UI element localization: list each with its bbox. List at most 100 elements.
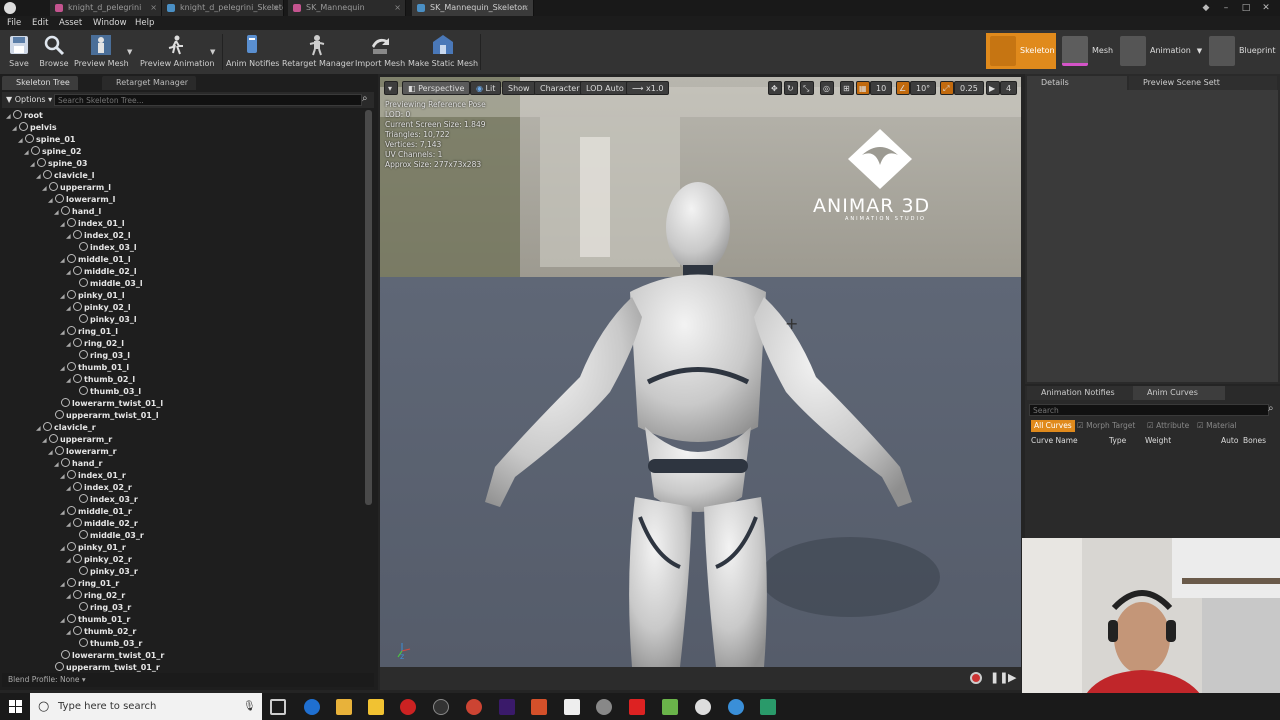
chevron-down-icon[interactable]: ▼ — [127, 48, 132, 56]
options-dropdown[interactable]: ▼ Options ▾ — [6, 92, 52, 108]
translate-icon[interactable]: ✥ — [768, 81, 782, 95]
playback-speed-button[interactable]: ⟶ x1.0 — [626, 81, 670, 95]
lit-button[interactable]: ◉ Lit — [470, 81, 502, 95]
bone-item[interactable]: ◢ root — [6, 110, 43, 122]
bone-item[interactable]: ◢ middle_01_l — [60, 254, 131, 266]
tab-sk-mannequin-skeleton[interactable]: SK_Mannequin_Skeleton × — [412, 0, 534, 16]
bone-item[interactable]: ◢ pelvis — [12, 122, 57, 134]
maximize-button[interactable]: □ — [1238, 0, 1254, 16]
android-icon[interactable] — [662, 699, 678, 715]
taskbar-search-box[interactable]: ○ Type here to search 🎙︎ — [30, 693, 262, 720]
bone-item[interactable]: ◢ ring_02_r — [66, 590, 125, 602]
app-orange-icon[interactable] — [466, 699, 482, 715]
record-button[interactable] — [970, 672, 982, 684]
mode-blueprint[interactable]: Blueprint — [1205, 33, 1280, 69]
bone-item[interactable]: ◢ index_02_l — [66, 230, 131, 242]
save-button[interactable]: Save — [4, 32, 34, 72]
tree-scrollbar[interactable] — [365, 110, 372, 505]
tab-animation-notifies[interactable]: Animation Notifies — [1027, 386, 1133, 400]
bone-item[interactable]: middle_03_r — [72, 530, 144, 542]
bone-item[interactable]: ◢ lowerarm_r — [48, 446, 117, 458]
character-button[interactable]: Character — [534, 81, 586, 95]
column-type[interactable]: Type — [1109, 436, 1126, 445]
app-s-icon[interactable] — [531, 699, 547, 715]
bone-item[interactable]: ◢ pinky_02_r — [66, 554, 132, 566]
make-static-mesh-button[interactable]: Make Static Mesh — [408, 32, 478, 72]
skeleton-search-input[interactable] — [54, 94, 362, 106]
column-curve-name[interactable]: Curve Name — [1031, 436, 1078, 445]
scale-icon[interactable]: ⤡ — [800, 81, 814, 95]
pause-button[interactable]: ❚❚ — [990, 671, 1008, 684]
column-auto[interactable]: Auto — [1221, 436, 1238, 445]
bone-item[interactable]: ◢ clavicle_l — [36, 170, 95, 182]
tab-preview-scene-settings[interactable]: Preview Scene Sett — [1129, 76, 1277, 90]
retarget-manager-button[interactable]: Retarget Manager — [282, 32, 354, 72]
bone-item[interactable]: ◢ index_01_l — [60, 218, 125, 230]
camera-speed-value[interactable]: 4 — [1000, 81, 1018, 95]
bone-item[interactable]: ◢ index_01_r — [60, 470, 126, 482]
close-icon[interactable]: × — [522, 0, 529, 16]
chrome-icon[interactable] — [728, 699, 744, 715]
tab-skeleton-tree[interactable]: Skeleton Tree — [2, 76, 78, 90]
anim-notifies-button[interactable]: Anim Notifies — [226, 32, 279, 72]
bone-item[interactable]: middle_03_l — [72, 278, 143, 290]
bone-item[interactable]: index_03_l — [72, 242, 137, 254]
scale-snap-icon[interactable]: ⤢ — [940, 81, 954, 95]
world-icon[interactable]: ◎ — [820, 81, 834, 95]
bone-item[interactable]: ◢ ring_01_r — [60, 578, 119, 590]
edge-browser-icon[interactable] — [304, 699, 320, 715]
bone-item[interactable]: ◢ thumb_02_l — [66, 374, 135, 386]
opera-icon[interactable] — [629, 699, 645, 715]
tab-anim-curves[interactable]: Anim Curves — [1133, 386, 1225, 400]
camera-speed-icon[interactable]: ▶ — [986, 81, 1000, 95]
bone-item[interactable]: thumb_03_r — [72, 638, 142, 650]
menu-file[interactable]: File — [7, 16, 21, 30]
menu-asset[interactable]: Asset — [59, 16, 82, 30]
viewport-menu-button[interactable]: ▾ — [384, 81, 398, 95]
notification-icon[interactable]: ◆ — [1198, 0, 1214, 16]
bone-item[interactable]: ◢ thumb_01_l — [60, 362, 129, 374]
bone-item[interactable]: ring_03_r — [72, 602, 131, 614]
minimize-button[interactable]: – — [1218, 0, 1234, 16]
curves-search-input[interactable] — [1029, 404, 1269, 416]
rotation-snap-value[interactable]: 10° — [910, 81, 937, 95]
bone-item[interactable]: ◢ pinky_01_r — [60, 542, 126, 554]
close-icon[interactable]: × — [150, 0, 157, 16]
bone-item[interactable]: ◢ lowerarm_l — [48, 194, 115, 206]
bone-item[interactable]: upperarm_twist_01_l — [48, 410, 159, 422]
premiere-icon[interactable] — [499, 699, 515, 715]
close-icon[interactable]: × — [272, 0, 279, 16]
bone-item[interactable]: ring_03_l — [72, 350, 130, 362]
browse-button[interactable]: Browse — [38, 32, 70, 72]
viewport[interactable]: + z ANIMAR 3D ANIMATION STUDIO ▾ ◧ Persp… — [380, 77, 1021, 667]
tab-details[interactable]: Details — [1027, 76, 1127, 90]
bone-item[interactable]: ◢ thumb_02_r — [66, 626, 136, 638]
file-explorer-icon[interactable] — [336, 699, 352, 715]
column-weight[interactable]: Weight — [1145, 436, 1171, 445]
bone-item[interactable]: pinky_03_l — [72, 314, 137, 326]
microphone-icon[interactable]: 🎙︎ — [243, 693, 256, 720]
menu-help[interactable]: Help — [135, 16, 154, 30]
tab-knight-skeleton[interactable]: knight_d_pelegrini_Skeleto × — [162, 0, 284, 16]
settings-gear-icon[interactable] — [596, 699, 612, 715]
app-m-icon[interactable] — [760, 699, 776, 715]
bone-item[interactable]: ◢ spine_02 — [24, 146, 81, 158]
close-window-button[interactable]: ✕ — [1258, 0, 1274, 16]
bone-item[interactable]: ◢ clavicle_r — [36, 422, 96, 434]
preview-mesh-button[interactable]: Preview Mesh — [74, 32, 129, 72]
bone-item[interactable]: ◢ index_02_r — [66, 482, 132, 494]
bone-item[interactable]: ◢ pinky_01_l — [60, 290, 125, 302]
filter-attribute[interactable]: ☑ Attribute — [1147, 420, 1189, 432]
bone-item[interactable]: ◢ ring_02_l — [66, 338, 124, 350]
lod-button[interactable]: LOD Auto — [580, 81, 630, 95]
close-icon[interactable]: × — [394, 0, 401, 16]
rotation-snap-icon[interactable]: ∠ — [896, 81, 910, 95]
bone-item[interactable]: ◢ hand_l — [54, 206, 101, 218]
menu-window[interactable]: Window — [93, 16, 127, 30]
bone-item[interactable]: index_03_r — [72, 494, 138, 506]
preview-animation-button[interactable]: Preview Animation — [140, 32, 214, 72]
tab-sk-mannequin[interactable]: SK_Mannequin × — [288, 0, 406, 16]
bone-item[interactable]: pinky_03_r — [72, 566, 138, 578]
mode-skeleton[interactable]: Skeleton — [986, 33, 1056, 69]
mode-animation[interactable]: Animation ▼ — [1116, 33, 1206, 69]
